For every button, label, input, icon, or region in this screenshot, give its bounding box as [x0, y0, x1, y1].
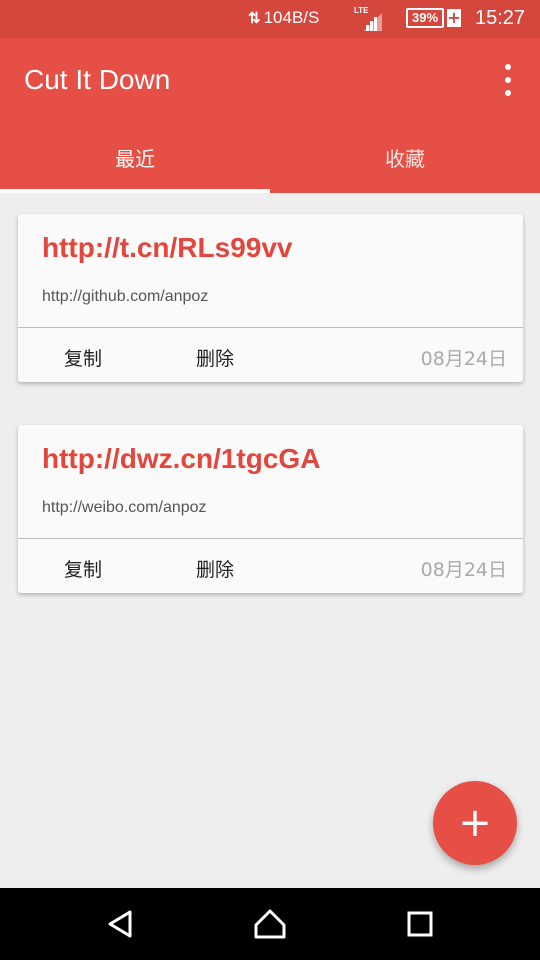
tab-bar: 最近 收藏	[0, 138, 540, 193]
copy-button[interactable]: 复制	[64, 555, 102, 582]
long-url: http://github.com/anpoz	[42, 288, 209, 305]
charging-icon: +	[447, 8, 461, 27]
tab-favorites[interactable]: 收藏	[270, 138, 540, 193]
add-button[interactable]: +	[433, 781, 517, 865]
home-icon[interactable]	[252, 906, 288, 942]
lte-label: LTE	[354, 6, 369, 15]
card-date: 08月24日	[420, 559, 507, 581]
card-divider	[18, 327, 523, 328]
battery-indicator: 39% +	[406, 8, 461, 28]
copy-button[interactable]: 复制	[64, 344, 102, 371]
more-vert-icon[interactable]	[496, 64, 520, 96]
long-url: http://weibo.com/anpoz	[42, 499, 207, 516]
system-nav-bar	[0, 888, 540, 960]
tab-favorites-label: 收藏	[385, 147, 425, 171]
short-url[interactable]: http://t.cn/RLs99vv	[42, 232, 292, 264]
clock: 15:27	[475, 7, 526, 29]
card-divider	[18, 538, 523, 539]
url-card[interactable]: http://dwz.cn/1tgcGA http://weibo.com/an…	[18, 425, 523, 593]
add-icon: +	[458, 800, 492, 846]
recents-square-icon[interactable]	[402, 906, 438, 942]
short-url[interactable]: http://dwz.cn/1tgcGA	[42, 443, 320, 475]
back-triangle-icon[interactable]	[102, 906, 138, 942]
tab-recent[interactable]: 最近	[0, 138, 270, 193]
url-card[interactable]: http://t.cn/RLs99vv http://github.com/an…	[18, 214, 523, 382]
status-bar: ⇅ 104B/S LTE 39% + 15:27	[0, 0, 540, 38]
tab-indicator	[0, 189, 270, 193]
network-speed-text: 104B/S	[263, 8, 320, 27]
battery-percent: 39%	[406, 8, 444, 28]
data-transfer-arrows-icon: ⇅	[248, 10, 261, 27]
delete-button[interactable]: 删除	[196, 555, 234, 582]
app-bar: Cut It Down 最近 收藏	[0, 38, 540, 193]
signal-strength-icon: LTE	[354, 6, 382, 31]
delete-button[interactable]: 删除	[196, 344, 234, 371]
app-title: Cut It Down	[24, 64, 171, 95]
network-speed: ⇅ 104B/S	[248, 8, 319, 28]
tab-recent-label: 最近	[115, 147, 155, 171]
card-date: 08月24日	[420, 348, 507, 370]
